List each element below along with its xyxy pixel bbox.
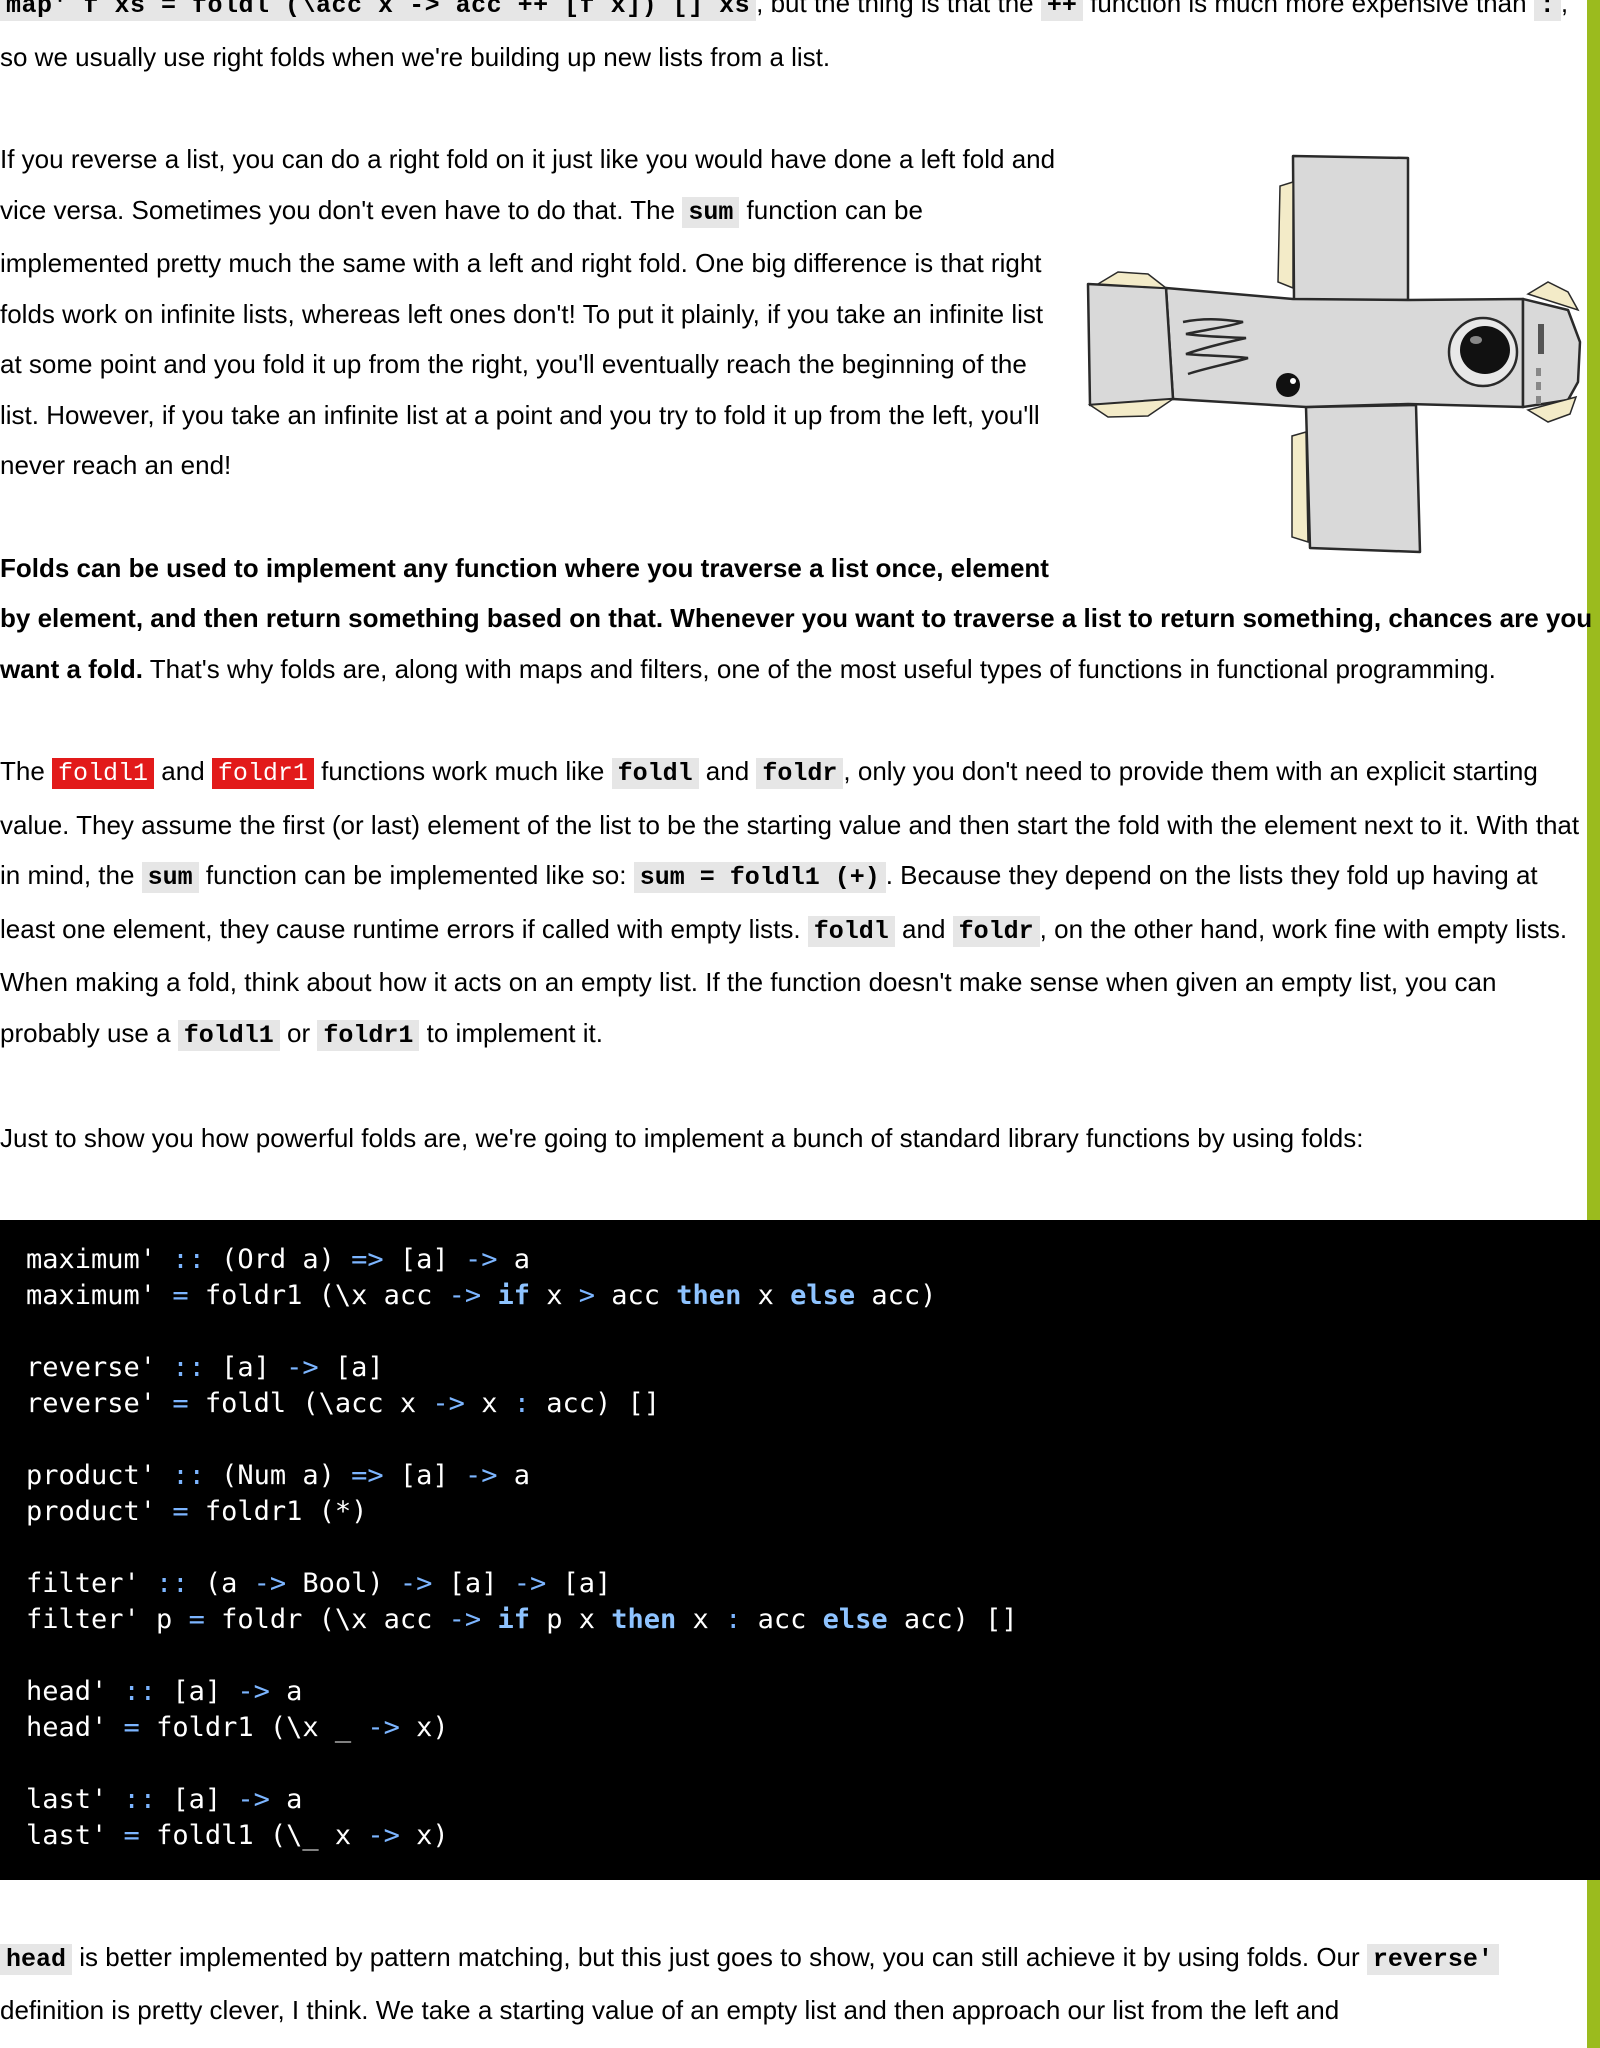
paragraph-folds-usefulness: Folds can be used to implement any funct… <box>0 552 1593 684</box>
inline-code: reverse' <box>1366 1943 1499 1975</box>
code-line: product' :: (Num a) => [a] -> a <box>26 1459 530 1491</box>
inline-code: foldl <box>807 915 895 947</box>
inline-code: foldr <box>952 915 1040 947</box>
code-line: last' = foldl1 (\_ x -> x) <box>26 1819 449 1851</box>
inline-code: foldl <box>611 758 699 789</box>
code-line: filter' :: (a -> Bool) -> [a] -> [a] <box>26 1567 612 1599</box>
code-line: product' = foldr1 (*) <box>26 1495 368 1527</box>
inline-code: sum <box>682 196 740 228</box>
paragraph-foldl1-foldr1: The foldl1 and foldr1 functions work muc… <box>0 756 1580 1051</box>
inline-code: foldr1 <box>317 1019 420 1051</box>
code-line: reverse' = foldl (\acc x -> x : acc) [] <box>26 1387 661 1419</box>
highlighted-code: foldl1 <box>52 758 155 789</box>
inline-code: foldl1 <box>177 1019 280 1051</box>
haskell-code-block: maximum' :: (Ord a) => [a] -> amaximum' … <box>0 1219 1600 1880</box>
paragraph-head-reverse: head is better implemented by pattern ma… <box>0 1932 1598 2036</box>
cube-net-drawing <box>1086 154 1582 554</box>
inline-code: head <box>0 1943 73 1975</box>
dot-mark <box>1276 373 1300 397</box>
code-line: last' :: [a] -> a <box>26 1783 303 1815</box>
unfolded-box-illustration <box>1078 142 1588 562</box>
code-line: head' = foldr1 (\x _ -> x) <box>26 1711 449 1743</box>
code-line: reverse' :: [a] -> [a] <box>26 1351 384 1383</box>
paragraph-foldl-map: map' f xs = foldl (\acc x -> acc ++ [f x… <box>0 0 1598 82</box>
inline-code: ++ <box>1040 0 1083 21</box>
code-line: maximum' :: (Ord a) => [a] -> a <box>26 1243 530 1275</box>
inline-code: sum = foldl1 (+) <box>633 862 886 893</box>
code-line: maximum' = foldr1 (\x acc -> if x > acc … <box>26 1279 937 1311</box>
paragraph-intro-examples: Just to show you how powerful folds are,… <box>0 1123 1364 1153</box>
inline-code: : <box>1533 0 1561 21</box>
code-line: filter' p = foldr (\x acc -> if p x then… <box>26 1603 1018 1635</box>
inline-code: sum <box>141 862 199 893</box>
article-content: map' f xs = foldl (\acc x -> acc ++ [f x… <box>0 0 1600 2036</box>
inline-code: foldr <box>756 758 844 789</box>
inline-code: map' f xs = foldl (\acc x -> acc ++ [f x… <box>0 0 757 21</box>
highlighted-code: foldr1 <box>211 758 314 789</box>
code-line: head' :: [a] -> a <box>26 1675 303 1707</box>
